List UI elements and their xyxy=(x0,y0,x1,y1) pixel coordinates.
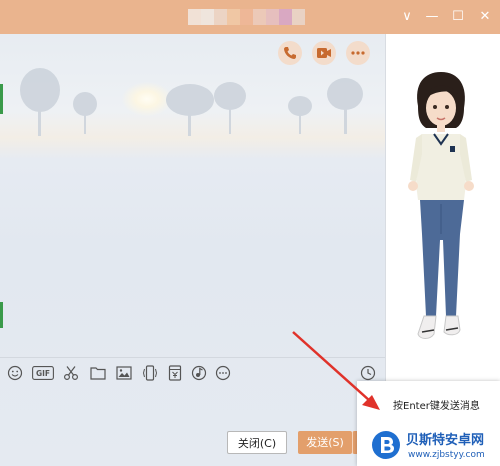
green-indicator-top xyxy=(0,84,3,114)
music-icon xyxy=(191,365,207,381)
emoji-button[interactable] xyxy=(6,364,24,382)
watermark-logo-icon xyxy=(372,431,400,459)
more-options-button[interactable] xyxy=(346,41,370,65)
maximize-button[interactable]: ☐ xyxy=(449,8,467,26)
shake-icon xyxy=(142,365,158,381)
image-icon xyxy=(116,366,132,380)
minimize-button[interactable]: — xyxy=(423,8,441,26)
phone-icon xyxy=(284,47,296,59)
close-chat-button[interactable]: 关闭(C) xyxy=(227,431,287,454)
dropdown-icon[interactable]: ∨ xyxy=(398,8,416,26)
red-packet-button[interactable] xyxy=(166,364,184,382)
svg-text:GIF: GIF xyxy=(36,369,50,378)
more-icon xyxy=(351,51,365,55)
scissors-icon xyxy=(63,366,79,381)
history-icon xyxy=(360,365,376,381)
music-button[interactable] xyxy=(190,364,208,382)
emoji-icon xyxy=(7,365,23,381)
chat-window: ∨ — ☐ ✕ GIF 关闭(C) 发送(S) 按Enter键发送消息 贝斯特安… xyxy=(0,0,500,466)
watermark-title: 贝斯特安卓网 xyxy=(406,433,485,448)
gif-button[interactable]: GIF xyxy=(32,364,54,382)
video-icon xyxy=(317,48,331,58)
window-title-blurred xyxy=(188,9,305,25)
screenshot-button[interactable] xyxy=(62,364,80,382)
shake-window-button[interactable] xyxy=(141,364,159,382)
send-file-button[interactable] xyxy=(89,364,107,382)
video-call-button[interactable] xyxy=(312,41,336,65)
green-indicator-bottom xyxy=(0,302,3,328)
voice-call-button[interactable] xyxy=(278,41,302,65)
watermark-url: www.zjbstyy.com xyxy=(408,450,485,460)
tooltip-text: 按Enter键发送消息 xyxy=(393,401,480,412)
folder-icon xyxy=(90,367,106,380)
red-packet-icon xyxy=(168,365,182,381)
watermark: 贝斯特安卓网 www.zjbstyy.com xyxy=(368,425,500,466)
input-toolbar-divider xyxy=(0,357,385,358)
gif-icon: GIF xyxy=(32,366,54,380)
message-input[interactable] xyxy=(0,386,385,426)
title-bar[interactable]: ∨ — ☐ ✕ xyxy=(0,0,500,34)
close-window-button[interactable]: ✕ xyxy=(476,8,494,26)
avatar-figure xyxy=(408,72,474,339)
send-button[interactable]: 发送(S) xyxy=(298,431,352,454)
chat-history-button[interactable] xyxy=(359,364,377,382)
send-image-button[interactable] xyxy=(115,364,133,382)
more-icon xyxy=(215,365,231,381)
winter-trees-background xyxy=(20,68,363,136)
more-tools-button[interactable] xyxy=(214,364,232,382)
